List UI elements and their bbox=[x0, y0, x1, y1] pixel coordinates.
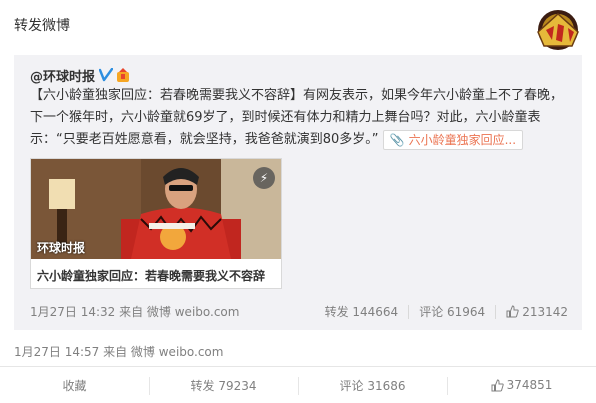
favorite-button[interactable]: 收藏 bbox=[0, 367, 149, 403]
like-icon bbox=[491, 378, 504, 391]
like-button-main[interactable]: 374851 bbox=[447, 367, 596, 403]
main-meta[interactable]: 1月27日 14:57 来自 微博 weibo.com bbox=[14, 343, 223, 360]
comment-button[interactable]: 评论 31686 bbox=[298, 367, 447, 403]
thumbnail-watermark: 环球时报 bbox=[37, 241, 86, 255]
repost-stats: 转发 144664 评论 61964 213142 bbox=[325, 303, 568, 320]
award-icon[interactable] bbox=[115, 67, 131, 83]
divider bbox=[408, 304, 410, 319]
like-count-main: 374851 bbox=[506, 378, 553, 392]
card-thumbnail[interactable]: 环球时报 ⚡ bbox=[31, 159, 281, 259]
divider bbox=[495, 304, 497, 319]
card-title[interactable]: 六小龄童独家回应：若春晚需要我义不容辞 bbox=[37, 267, 265, 284]
lightning-icon[interactable]: ⚡ bbox=[253, 167, 275, 189]
repost-count[interactable]: 转发 144664 bbox=[325, 303, 399, 320]
post-text: 【六小龄童独家回应：若春晚需要我义不容辞】有网友表示，如果今年六小龄童上不了春晚… bbox=[30, 85, 570, 151]
repost-meta[interactable]: 1月27日 14:32 来自 微博 weibo.com bbox=[30, 303, 239, 320]
attachment-icon: 📎 bbox=[389, 132, 405, 147]
badge-logo bbox=[537, 10, 579, 50]
repost-box: @环球时报 【六小龄童独家回应：若春晚需要我义不容辞】有网友表示，如果今年六小龄… bbox=[14, 55, 582, 330]
like-button[interactable]: 213142 bbox=[506, 305, 568, 319]
article-card[interactable]: 环球时报 ⚡ 六小龄童独家回应：若春晚需要我义不容辞 bbox=[30, 158, 282, 289]
repost-button[interactable]: 转发 79234 bbox=[149, 367, 298, 403]
verified-icon bbox=[99, 68, 114, 82]
link-chip[interactable]: 📎 六小龄童独家回应... bbox=[382, 129, 524, 150]
author-line: @环球时报 bbox=[30, 65, 131, 85]
like-count: 213142 bbox=[522, 304, 568, 319]
like-icon bbox=[506, 304, 519, 317]
author-name[interactable]: @环球时报 bbox=[30, 66, 95, 85]
header-title: 转发微博 bbox=[14, 18, 70, 34]
link-chip-label: 六小龄童独家回应... bbox=[408, 132, 517, 147]
comment-count[interactable]: 评论 61964 bbox=[419, 303, 485, 320]
action-bar: 收藏 转发 79234 评论 31686 374851 bbox=[0, 366, 596, 403]
